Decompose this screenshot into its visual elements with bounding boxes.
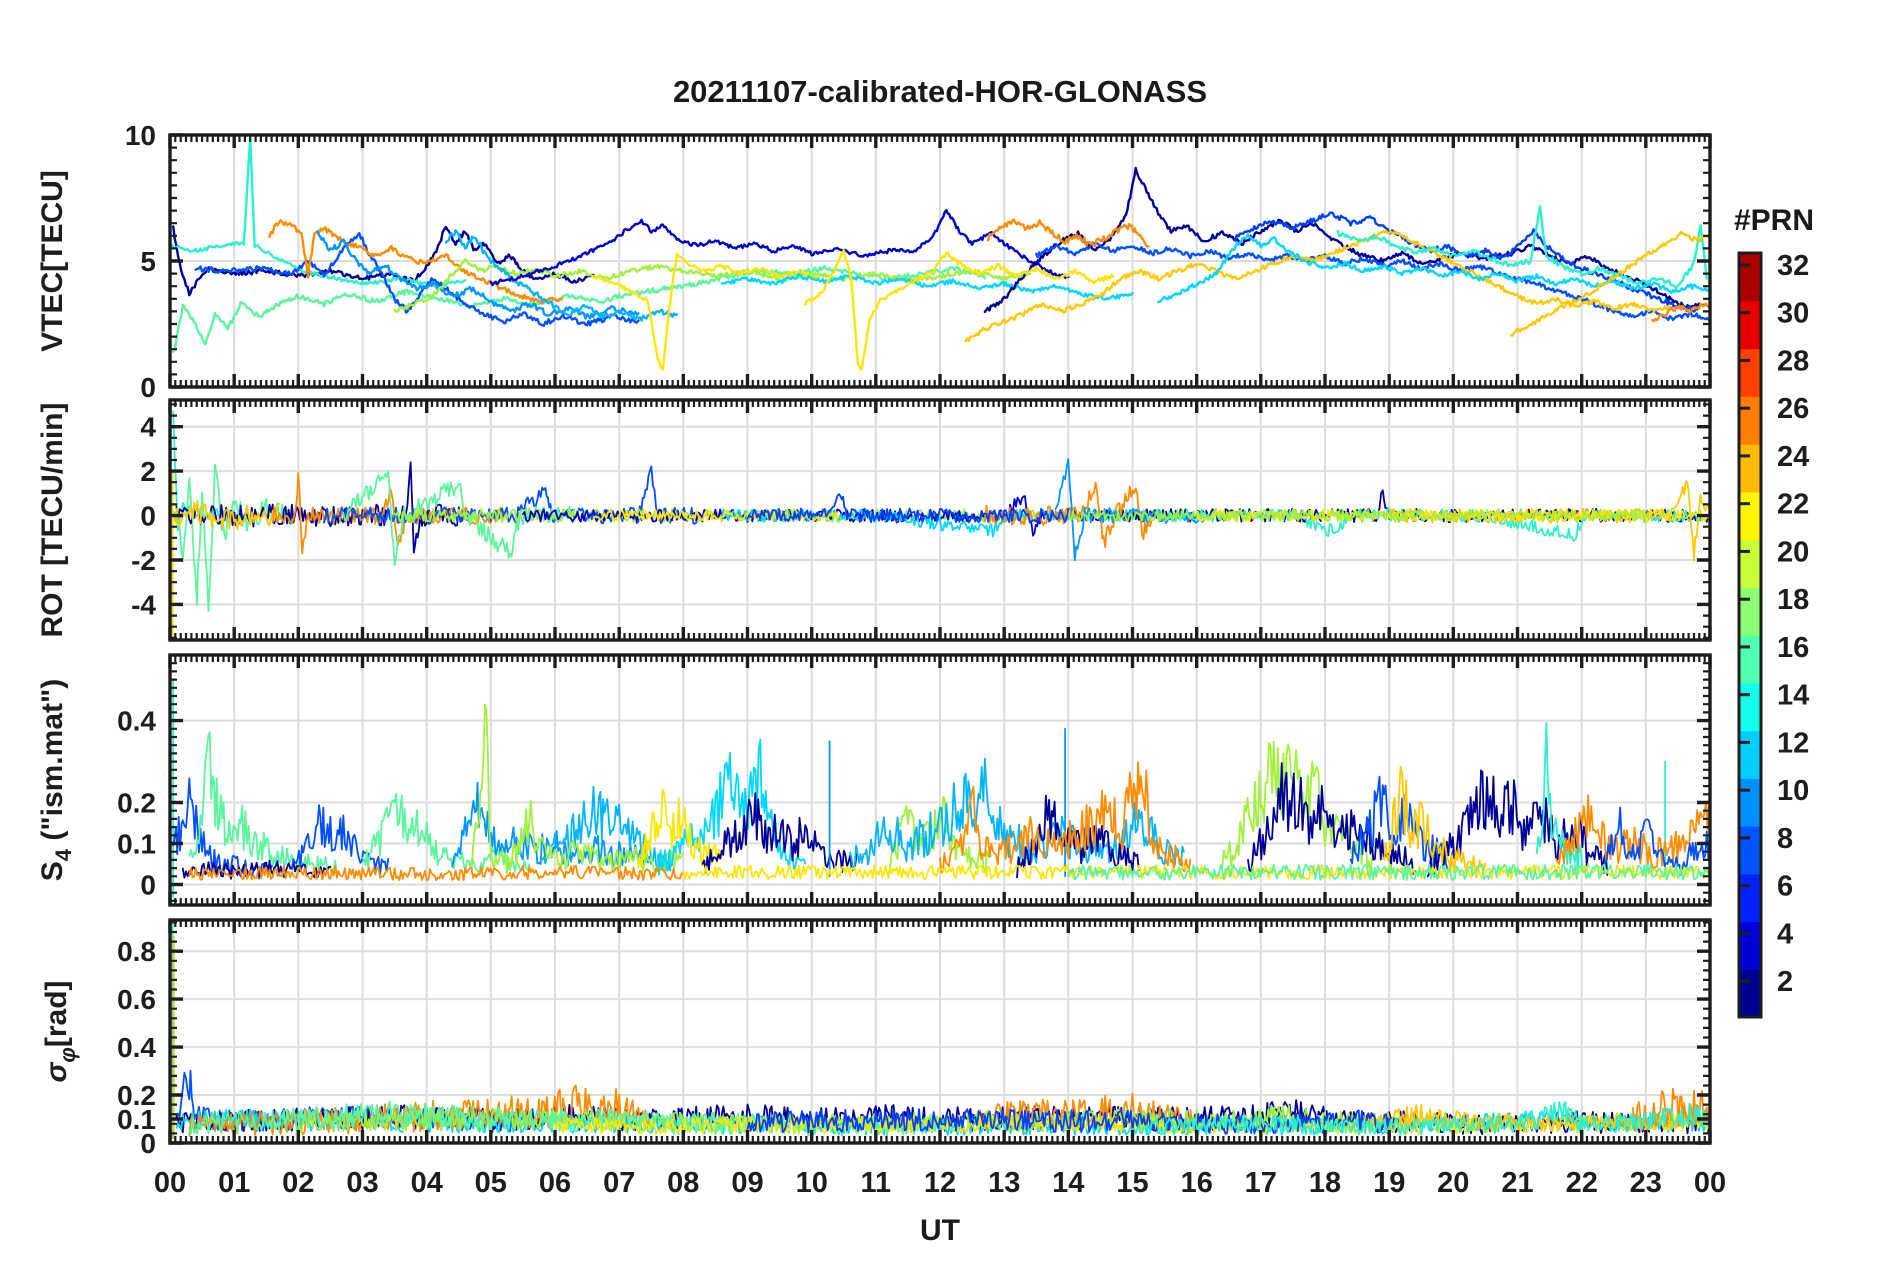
vtec-trace-prn22 (964, 229, 1673, 343)
sigma-phi-ytick-label: 0.6 (117, 984, 156, 1015)
x-tick-label: 21 (1501, 1167, 1533, 1199)
colorbar-tick-label: 18 (1777, 584, 1809, 616)
x-tick-label: 02 (282, 1167, 314, 1199)
x-tick-label: 13 (988, 1167, 1020, 1199)
colorbar-tick-label: 4 (1777, 918, 1793, 950)
x-tick-label: 16 (1181, 1167, 1213, 1199)
x-tick-label: 05 (475, 1167, 507, 1199)
colorbar-band (1739, 253, 1761, 302)
colorbar-tick-label: 6 (1777, 871, 1793, 903)
s4-ytick-label: 0 (140, 870, 156, 901)
colorbar-tick-label: 26 (1777, 393, 1809, 425)
sigma-phi-ytick-label: 0.8 (117, 936, 156, 967)
colorbar-tick-label: 24 (1777, 441, 1809, 473)
colorbar-tick-label: 16 (1777, 632, 1809, 664)
x-tick-label: 03 (346, 1167, 378, 1199)
colorbar-tick-label: 22 (1777, 489, 1809, 521)
colorbar-band (1739, 730, 1761, 779)
sigma-phi-y-axis-label: σφ[rad] (40, 980, 80, 1082)
colorbar-band (1739, 491, 1761, 541)
colorbar-tick-label: 20 (1777, 536, 1809, 568)
colorbar-band (1739, 921, 1761, 970)
colorbar-tick-label: 12 (1777, 727, 1809, 759)
x-tick-label: 06 (539, 1167, 571, 1199)
rot-ytick-label: 0 (140, 501, 156, 532)
x-tick-label: 09 (731, 1167, 763, 1199)
colorbar-band (1739, 444, 1761, 493)
colorbar-band (1739, 969, 1761, 1018)
rot-ytick-label: -2 (131, 545, 156, 576)
chart-canvas: 0510VTEC[TECU]-4-2024ROT [TECU/min]00.10… (36, 120, 1809, 1199)
x-tick-label: 07 (603, 1167, 635, 1199)
colorbar-tick-label: 8 (1777, 823, 1793, 855)
s4-trace-prn2 (1016, 794, 1140, 879)
x-axis-tick-labels: 00 01 02 03 04 05 06 07 08 09 10 11 12 13 14 15 16 17 18 19… (154, 1167, 1726, 1199)
sigma-phi-ytick-label: 0.4 (117, 1032, 156, 1063)
s4-ytick-label: 0.2 (117, 788, 156, 819)
colorbar-tick-label: 14 (1777, 680, 1809, 712)
x-tick-label: 00 (1694, 1167, 1726, 1199)
rot-trace-prn22 (1388, 480, 1710, 562)
x-tick-label: 18 (1309, 1167, 1341, 1199)
sigma-phi-series (171, 920, 1710, 1140)
x-tick-label: 20 (1437, 1167, 1469, 1199)
sigma-phi-ytick-label: 0.2 (117, 1080, 156, 1111)
x-tick-label: 14 (1052, 1167, 1084, 1199)
rot-ytick-label: 2 (140, 456, 156, 487)
colorbar-band (1739, 682, 1761, 732)
panel-vtec: 0 5 10 VTEC[TECU] (36, 120, 1712, 403)
vtec-ytick-label: 0 (140, 372, 156, 403)
s4-ytick-label: 0.4 (117, 706, 156, 737)
panel-s4: 0 0.1 0.2 0.4 S4 ("ism.mat") (36, 653, 1712, 907)
s4-trace-prn2 (701, 792, 858, 874)
x-tick-label: 17 (1245, 1167, 1277, 1199)
x-axis-label: UT (920, 1214, 960, 1247)
colorbar-band (1739, 826, 1761, 875)
colorbar-tick-label: 10 (1777, 775, 1809, 807)
vtec-trace-prn13 (170, 136, 467, 289)
prn-colorbar: 2468101214161820222426283032 (1737, 250, 1809, 1019)
vtec-trace-prn14 (1336, 205, 1708, 290)
colorbar-band (1739, 300, 1761, 350)
x-tick-label: 22 (1566, 1167, 1598, 1199)
colorbar-band (1739, 348, 1761, 397)
vtec-ytick-label: 10 (125, 120, 156, 151)
panel-sigma-phi: 00.10.20.40.60.8σφ[rad] (40, 918, 1712, 1159)
x-tick-label: 10 (796, 1167, 828, 1199)
colorbar-band (1739, 396, 1761, 445)
s4-ytick-label: 0.1 (117, 829, 156, 860)
x-tick-label: 04 (411, 1167, 443, 1199)
x-tick-label: 19 (1373, 1167, 1405, 1199)
vtec-trace-prn5 (1234, 211, 1699, 313)
colorbar-band (1739, 587, 1761, 636)
colorbar-tick-label: 32 (1777, 250, 1809, 282)
vtec-y-axis-label: VTEC[TECU] (36, 170, 69, 352)
colorbar-band (1739, 635, 1761, 684)
x-tick-label: 12 (924, 1167, 956, 1199)
s4-trace-prn13 (1535, 721, 1589, 872)
rot-trace-prn9 (1054, 458, 1217, 562)
colorbar-title: #PRN (1733, 204, 1815, 237)
s4-y-axis-label: S4 ("ism.mat") (36, 679, 76, 881)
vtec-ytick-label: 5 (140, 246, 156, 277)
x-tick-label: 08 (667, 1167, 699, 1199)
colorbar-band (1739, 778, 1761, 827)
rot-y-axis-label: ROT [TECU/min] (36, 403, 69, 638)
x-tick-label: 23 (1630, 1167, 1662, 1199)
glonass-ionosphere-figure: 20211107-calibrated-HOR-GLONASS 0 5 10 VTEC… (0, 0, 1902, 1272)
colorbar-tick-label: 2 (1777, 966, 1793, 998)
s4-series (172, 678, 1710, 898)
x-tick-label: 00 (154, 1167, 186, 1199)
colorbar-tick-label: 28 (1777, 345, 1809, 377)
colorbar-tick-label: 30 (1777, 298, 1809, 330)
colorbar-band (1739, 539, 1761, 588)
x-tick-label: 11 (860, 1167, 891, 1199)
s4-trace-prn7 (172, 777, 274, 880)
colorbar-band (1739, 873, 1761, 923)
panel-rot: -4 -2 0 2 4 ROT [TECU/min] (36, 398, 1712, 642)
x-tick-label: 15 (1116, 1167, 1148, 1199)
rot-ytick-label: -4 (131, 589, 156, 620)
x-tick-label: 01 (218, 1167, 250, 1199)
rot-ytick-label: 4 (140, 412, 156, 443)
